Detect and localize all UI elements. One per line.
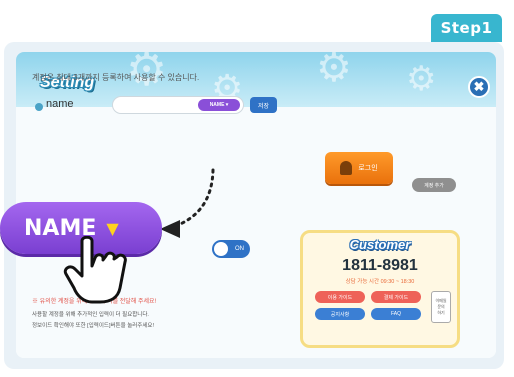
memo-line: 하기 <box>437 310 445 315</box>
auto-login-toggle[interactable]: ON <box>212 240 250 258</box>
name-dropdown-button[interactable]: NAME ▾ <box>198 99 240 111</box>
payment-guide-button[interactable]: 결제 가이드 <box>371 291 421 303</box>
customer-hours: 상담 가능 시간 09:30 ~ 18:30 <box>345 279 415 285</box>
email-inquiry-button[interactable]: 이메일 문의 하기 <box>431 291 451 323</box>
notice-text: 사용할 계정을 위해 추가적인 입력이 더 필요합니다. <box>32 312 149 318</box>
login-label: 로그인 <box>358 165 378 172</box>
bullet-icon <box>35 103 43 111</box>
name-label: name <box>46 98 74 110</box>
account-info-text: 계정은 최대 3개까지 등록하여 사용할 수 있습니다. <box>32 73 200 82</box>
customer-phone: 1811-8981 <box>342 257 418 274</box>
close-button[interactable]: ✖ <box>468 76 490 98</box>
gear-decoration-icon: ⚙ <box>406 60 437 98</box>
user-icon <box>340 161 353 175</box>
close-icon: ✖ <box>473 79 485 94</box>
login-button[interactable]: 로그인 <box>325 152 393 184</box>
notice-button[interactable]: 공지사항 <box>315 308 365 320</box>
chevron-down-icon: ▼ <box>106 218 119 238</box>
notice-text: 정보이드 확인해야 또한 [입력이드]버튼을 눌러주세요! <box>32 323 155 329</box>
save-button[interactable]: 저장 <box>250 97 277 113</box>
gear-decoration-icon: ⚙ <box>316 52 352 90</box>
pointer-hand-icon <box>63 236 127 304</box>
customer-card: Customer 1811-8981 상담 가능 시간 09:30 ~ 18:3… <box>300 230 460 348</box>
customer-title: Customer <box>349 237 411 252</box>
add-account-button[interactable]: 계정 추가 <box>412 178 456 192</box>
guide-button[interactable]: 이용 가이드 <box>315 291 365 303</box>
step-badge: Step1 <box>431 14 502 42</box>
faq-button[interactable]: FAQ <box>371 308 421 320</box>
